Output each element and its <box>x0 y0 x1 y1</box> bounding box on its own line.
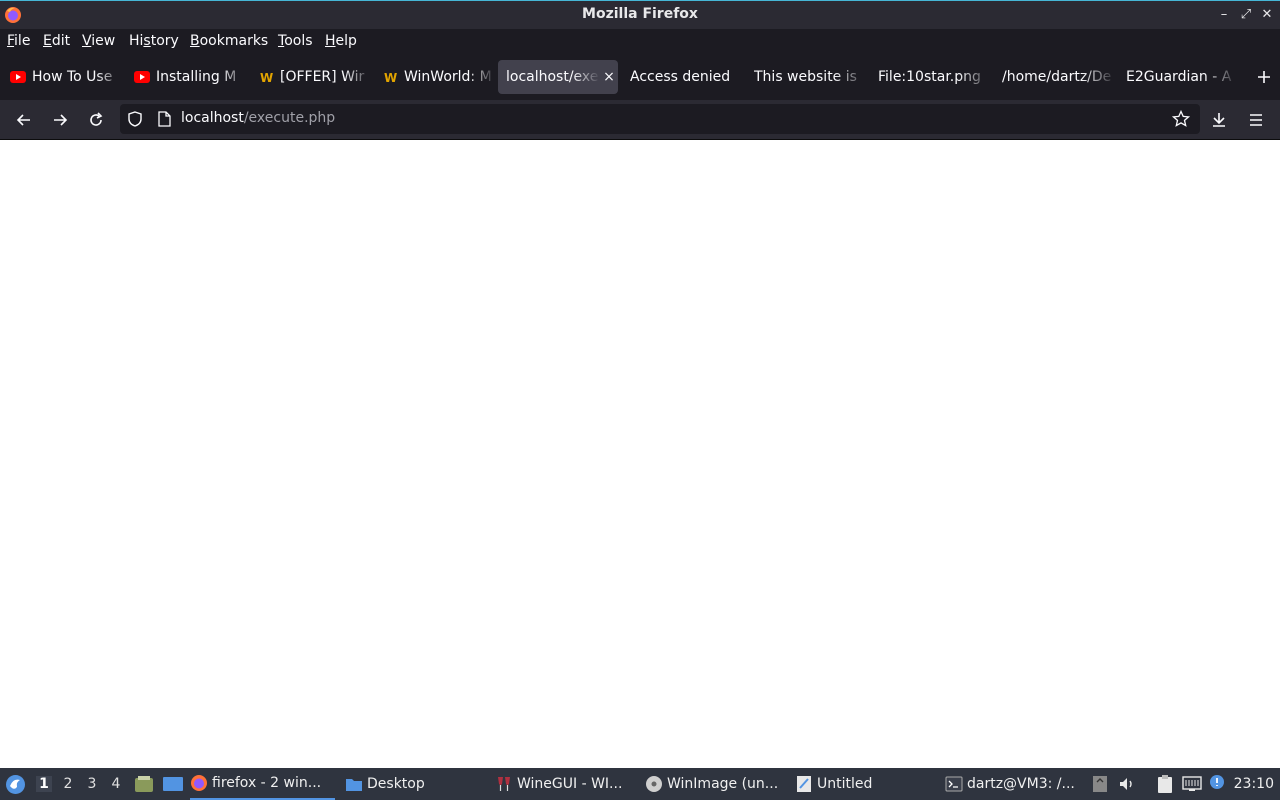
workspace-4[interactable]: 4 <box>108 776 124 792</box>
menu-access-key: T <box>278 33 285 49</box>
winworld-icon: W <box>258 69 274 85</box>
winworld-icon: W <box>382 69 398 85</box>
tab-label: This website is <box>754 69 857 85</box>
tab-e2guardian[interactable]: E2Guardian - A <box>1118 60 1238 94</box>
task-terminal[interactable]: dartz@VM3: /... <box>945 768 1085 800</box>
close-tab-icon[interactable]: × <box>600 69 618 85</box>
bookmark-star-icon[interactable] <box>1172 110 1190 128</box>
menu-edit[interactable]: Edit <box>43 33 70 49</box>
url-host: localhost <box>181 110 244 126</box>
winimage-icon <box>646 776 662 792</box>
tab-localhost-active[interactable]: localhost/exe × <box>498 60 618 94</box>
tab-file-10star[interactable]: File:10star.png <box>870 60 992 94</box>
tab-label: File:10star.png <box>878 69 981 85</box>
task-label: Untitled <box>817 776 873 792</box>
tab-label: Access denied <box>630 69 731 85</box>
forward-arrow-icon[interactable] <box>50 110 70 130</box>
taskbar: 1 2 3 4 firefox - 2 win... Desktop WineG… <box>0 768 1280 800</box>
tab-label: WinWorld: M <box>404 69 492 85</box>
menu-access-key: F <box>7 33 15 49</box>
close-window-button[interactable]: ✕ <box>1259 7 1275 23</box>
url-path: /execute.php <box>243 110 336 126</box>
youtube-icon <box>10 69 26 85</box>
firefox-icon <box>191 775 207 791</box>
new-tab-plus-icon[interactable] <box>1256 69 1272 85</box>
tab-label: /home/dartz/De <box>1002 69 1112 85</box>
task-untitled[interactable]: Untitled <box>795 768 935 800</box>
file-manager-launcher-icon[interactable] <box>134 775 154 793</box>
menu-access-key: H <box>325 33 336 49</box>
tab-how-to-use[interactable]: How To Use <box>2 60 124 94</box>
clipboard-icon[interactable] <box>1156 774 1174 794</box>
tab-label: E2Guardian - A <box>1126 69 1232 85</box>
task-label: WineGUI - WI... <box>517 776 623 792</box>
workspace-2[interactable]: 2 <box>60 776 76 792</box>
menu-bookmarks[interactable]: Bookmarks <box>190 33 268 49</box>
menu-history[interactable]: History <box>129 33 179 49</box>
workspace-1[interactable]: 1 <box>36 776 52 792</box>
menu-access-key: B <box>190 33 200 49</box>
menu-tools[interactable]: Tools <box>278 33 313 49</box>
tab-installing[interactable]: Installing M <box>126 60 248 94</box>
task-label: Desktop <box>367 776 425 792</box>
menu-help[interactable]: Help <box>325 33 357 49</box>
network-icon[interactable] <box>1182 775 1202 793</box>
text-editor-icon <box>797 776 811 792</box>
task-label: dartz@VM3: /... <box>967 776 1075 792</box>
disk-indicator-icon[interactable] <box>1092 775 1108 793</box>
reload-icon[interactable] <box>86 110 106 130</box>
task-firefox[interactable]: firefox - 2 win... <box>190 768 335 800</box>
workspace-3[interactable]: 3 <box>84 776 100 792</box>
tab-this-website[interactable]: This website is <box>746 60 868 94</box>
application-menu-icon[interactable] <box>5 774 26 795</box>
url-text[interactable]: localhost/execute.php <box>181 110 335 126</box>
tab-label: [OFFER] Wir <box>280 69 365 85</box>
navigation-toolbar: localhost/execute.php <box>0 100 1280 140</box>
youtube-icon <box>134 69 150 85</box>
maximize-button[interactable]: ⤢ <box>1238 7 1254 23</box>
task-winegui[interactable]: WineGUI - WI... <box>495 768 635 800</box>
volume-icon[interactable] <box>1118 775 1136 793</box>
hamburger-menu-icon[interactable] <box>1246 110 1266 130</box>
menu-access-key: E <box>43 33 52 49</box>
address-bar[interactable]: localhost/execute.php <box>120 104 1200 134</box>
task-label: WinImage (un... <box>667 776 779 792</box>
task-winimage[interactable]: WinImage (un... <box>645 768 785 800</box>
tab-winworld[interactable]: W WinWorld: M <box>374 60 496 94</box>
terminal-icon <box>945 776 963 792</box>
page-info-icon[interactable] <box>156 110 172 128</box>
back-arrow-icon[interactable] <box>14 110 34 130</box>
menu-view[interactable]: View <box>82 33 115 49</box>
tab-access-denied[interactable]: Access denied <box>622 60 746 94</box>
tab-label: localhost/exe <box>506 69 599 85</box>
task-label: firefox - 2 win... <box>212 775 322 791</box>
tab-offer[interactable]: W [OFFER] Wir <box>250 60 372 94</box>
menu-bar: File Edit View History Bookmarks Tools H… <box>0 29 1280 53</box>
tab-strip: How To Use Installing M W [OFFER] Wir W … <box>0 53 1280 100</box>
task-desktop[interactable]: Desktop <box>345 768 485 800</box>
notification-icon[interactable] <box>1209 774 1225 790</box>
menu-file[interactable]: File <box>7 33 30 49</box>
svg-text:W: W <box>384 71 397 85</box>
svg-text:W: W <box>260 71 273 85</box>
tab-label: Installing M <box>156 69 237 85</box>
menu-access-key: s <box>143 33 151 49</box>
tab-home-dartz[interactable]: /home/dartz/De <box>994 60 1116 94</box>
window-titlebar: Mozilla Firefox – ⤢ ✕ <box>0 0 1280 29</box>
show-desktop-icon[interactable] <box>162 775 184 793</box>
tab-label: How To Use <box>32 69 113 85</box>
minimize-button[interactable]: – <box>1216 7 1232 23</box>
clock[interactable]: 23:10 <box>1234 776 1274 792</box>
wine-icon <box>498 777 510 791</box>
menu-access-key: V <box>82 33 92 49</box>
page-content[interactable] <box>0 140 1280 768</box>
shield-icon[interactable] <box>126 110 144 128</box>
downloads-icon[interactable] <box>1209 110 1229 130</box>
folder-icon <box>346 779 362 791</box>
window-title: Mozilla Firefox <box>582 6 698 22</box>
